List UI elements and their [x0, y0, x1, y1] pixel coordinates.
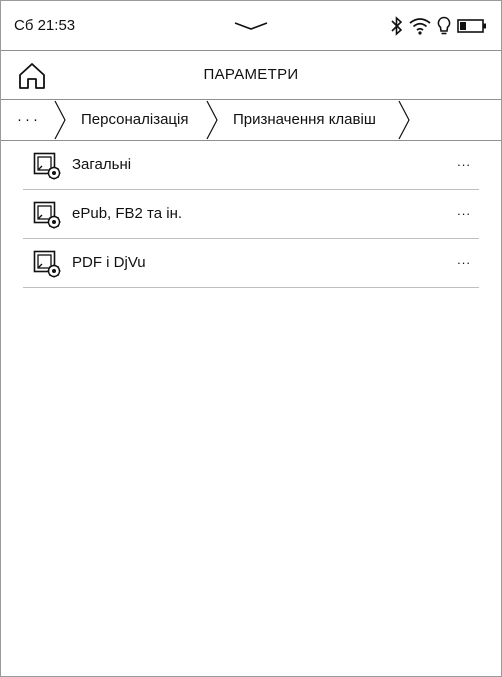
chevron-right-icon [398, 100, 410, 140]
list-item-general[interactable]: Загальні ... [23, 141, 479, 190]
list-item-pdf-djvu[interactable]: PDF і DjVu ... [23, 239, 479, 288]
settings-page-icon [33, 250, 61, 278]
breadcrumb-overflow[interactable]: ··· [1, 100, 66, 140]
breadcrumb-item-personalization[interactable]: Персоналізація [67, 100, 218, 140]
list-item-label: PDF і DjVu [72, 254, 146, 271]
overflow-dots: ··· [17, 111, 41, 128]
page-title: ПАРАМЕТРИ [203, 66, 299, 83]
pull-down-handle-icon[interactable] [233, 20, 269, 32]
more-indicator: ... [457, 252, 471, 267]
chevron-right-icon [54, 100, 66, 140]
breadcrumb-label: Персоналізація [81, 111, 189, 128]
more-indicator: ... [457, 203, 471, 218]
breadcrumb: ··· Персоналізація Призначення клавіш [1, 100, 501, 141]
settings-page-icon [33, 152, 61, 180]
status-bar: Сб 21:53 [1, 1, 501, 51]
breadcrumb-item-key-mapping[interactable]: Призначення клавіш [219, 100, 419, 140]
frontlight-bulb-icon [437, 16, 451, 35]
settings-page-icon [33, 201, 61, 229]
battery-icon [457, 19, 486, 33]
settings-list: Загальні ... ePub, FB2 та ін. ... PDF і … [23, 141, 479, 288]
list-item-epub-fb2[interactable]: ePub, FB2 та ін. ... [23, 190, 479, 239]
device-screen: Сб 21:53 ПАРАМЕТРИ ··· Персоналізація Пр… [0, 0, 502, 677]
status-icons [391, 13, 487, 39]
list-item-label: ePub, FB2 та ін. [72, 205, 183, 222]
wifi-icon [409, 18, 431, 35]
app-header: ПАРАМЕТРИ [1, 51, 501, 100]
list-item-label: Загальні [72, 156, 132, 173]
bluetooth-icon [391, 16, 403, 36]
chevron-right-icon [206, 100, 218, 140]
more-indicator: ... [457, 154, 471, 169]
breadcrumb-label: Призначення клавіш [233, 111, 376, 128]
status-clock: Сб 21:53 [14, 17, 76, 34]
